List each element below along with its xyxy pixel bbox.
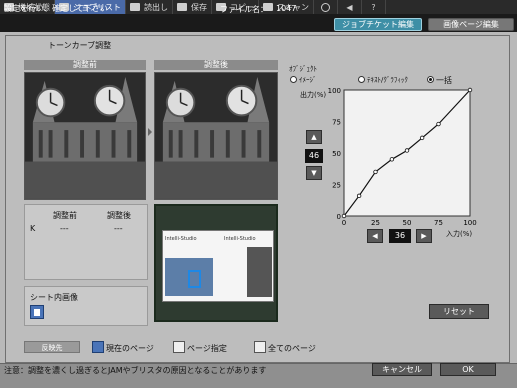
tab-sound[interactable]: ◀	[338, 0, 362, 14]
page-side-band	[247, 247, 272, 297]
apply-target-label: 反映先	[24, 341, 80, 353]
tab-label: 保存	[191, 2, 207, 12]
triangle-up-icon: ▲	[311, 133, 317, 141]
before-image	[24, 72, 146, 200]
values-header-after: 調整後	[107, 211, 131, 220]
x-tick-label: 100	[463, 219, 476, 227]
triangle-down-icon: ▼	[311, 169, 317, 177]
instruction-text: 設定を行い、確定して下さい	[4, 4, 108, 13]
speaker-icon: ◀	[346, 2, 353, 12]
all-pages-checkbox[interactable]	[254, 341, 266, 353]
curve-control-point[interactable]	[389, 157, 395, 162]
cancel-button[interactable]: キャンセル	[372, 363, 432, 376]
values-row-label: K	[30, 224, 36, 233]
tab-save[interactable]: 保存	[173, 0, 212, 14]
file-name-label: ファイル名：	[220, 5, 268, 14]
page-specify-label: ページ指定	[187, 344, 227, 353]
x-tick-label: 50	[403, 219, 412, 227]
y-tick-label: 25	[332, 182, 341, 190]
curve-control-point[interactable]	[404, 148, 410, 153]
after-header: 調整後	[154, 60, 278, 70]
tab-help[interactable]: ?	[362, 0, 386, 14]
plot-area	[343, 89, 471, 217]
input-axis-label: 入力(%)	[446, 230, 473, 238]
curve-control-point[interactable]	[467, 87, 473, 93]
tab-network[interactable]	[314, 0, 338, 14]
help-icon: ?	[371, 2, 376, 12]
globe-icon	[321, 2, 330, 12]
values-header-before: 調整前	[53, 211, 77, 220]
x-tick-label: 25	[371, 219, 380, 227]
ok-button[interactable]: OK	[440, 363, 496, 376]
paper-text-left: Intelli-Studio	[165, 236, 197, 242]
y-tick-label: 100	[328, 87, 341, 95]
all-pages-label: 全てのページ	[268, 344, 316, 353]
values-after-cell: ---	[114, 224, 123, 233]
radio-image-label: ｲﾒｰｼﾞ	[299, 76, 317, 84]
sheet-image-label: シート内画像	[30, 293, 78, 302]
page-specify-checkbox[interactable]	[173, 341, 185, 353]
reset-button[interactable]: リセット	[429, 304, 489, 319]
current-page-label: 現在のページ	[106, 344, 154, 353]
x-tick-label: 0	[342, 219, 346, 227]
output-value: 46	[305, 149, 323, 163]
curve-control-point[interactable]	[436, 121, 441, 127]
panel-title: トーンカーブ調整	[48, 41, 112, 50]
output-down-button[interactable]: ▼	[306, 166, 322, 180]
radio-image[interactable]	[290, 76, 297, 83]
triangle-left-icon: ◀	[372, 232, 378, 240]
paper-text-right: Intelli-Studio	[224, 236, 256, 242]
object-type-label: ｵﾌﾞｼﾞｪｸﾄ	[289, 65, 317, 73]
values-before-cell: ---	[60, 224, 69, 233]
input-value: 36	[389, 229, 411, 243]
curve-control-point[interactable]	[373, 169, 378, 175]
output-up-button[interactable]: ▲	[306, 130, 322, 144]
after-preview: 調整後	[154, 60, 278, 200]
triangle-right-icon: ▶	[421, 232, 427, 240]
input-left-button[interactable]: ◀	[367, 229, 383, 243]
tab-label: 読出し	[144, 2, 168, 12]
tab-recall[interactable]: 読出し	[126, 0, 173, 14]
tone-curve-graph[interactable]: 100 75 50 25 0 0 25 50 75 100	[322, 82, 482, 234]
current-page-checkbox[interactable]	[92, 341, 104, 353]
curve-control-point[interactable]	[419, 135, 425, 141]
notice-text: 注意：調整を濃くし過ぎるとJAMやブリスタの原因となることがあります	[4, 366, 267, 375]
y-tick-label: 75	[332, 119, 341, 127]
y-tick-label: 50	[332, 150, 341, 158]
x-tick-label: 75	[434, 219, 443, 227]
before-header: 調整前	[24, 60, 146, 70]
input-right-button[interactable]: ▶	[416, 229, 432, 243]
file-name-value: 1047	[276, 4, 297, 13]
save-icon	[177, 3, 187, 11]
arrow-right-icon	[148, 128, 152, 136]
tab-image-page-edit[interactable]: 画像ページ編集	[428, 18, 514, 31]
curve-control-point[interactable]	[341, 213, 347, 219]
tab-job-ticket-edit[interactable]: ジョブチケット編集	[334, 18, 422, 31]
recall-icon	[130, 3, 140, 11]
image-selection-box[interactable]	[188, 270, 201, 288]
sheet-thumbnail-button[interactable]	[30, 305, 44, 319]
before-preview: 調整前	[24, 60, 146, 200]
y-tick-label: 0	[337, 213, 341, 221]
curve-control-point[interactable]	[356, 193, 362, 199]
after-image	[154, 72, 278, 200]
